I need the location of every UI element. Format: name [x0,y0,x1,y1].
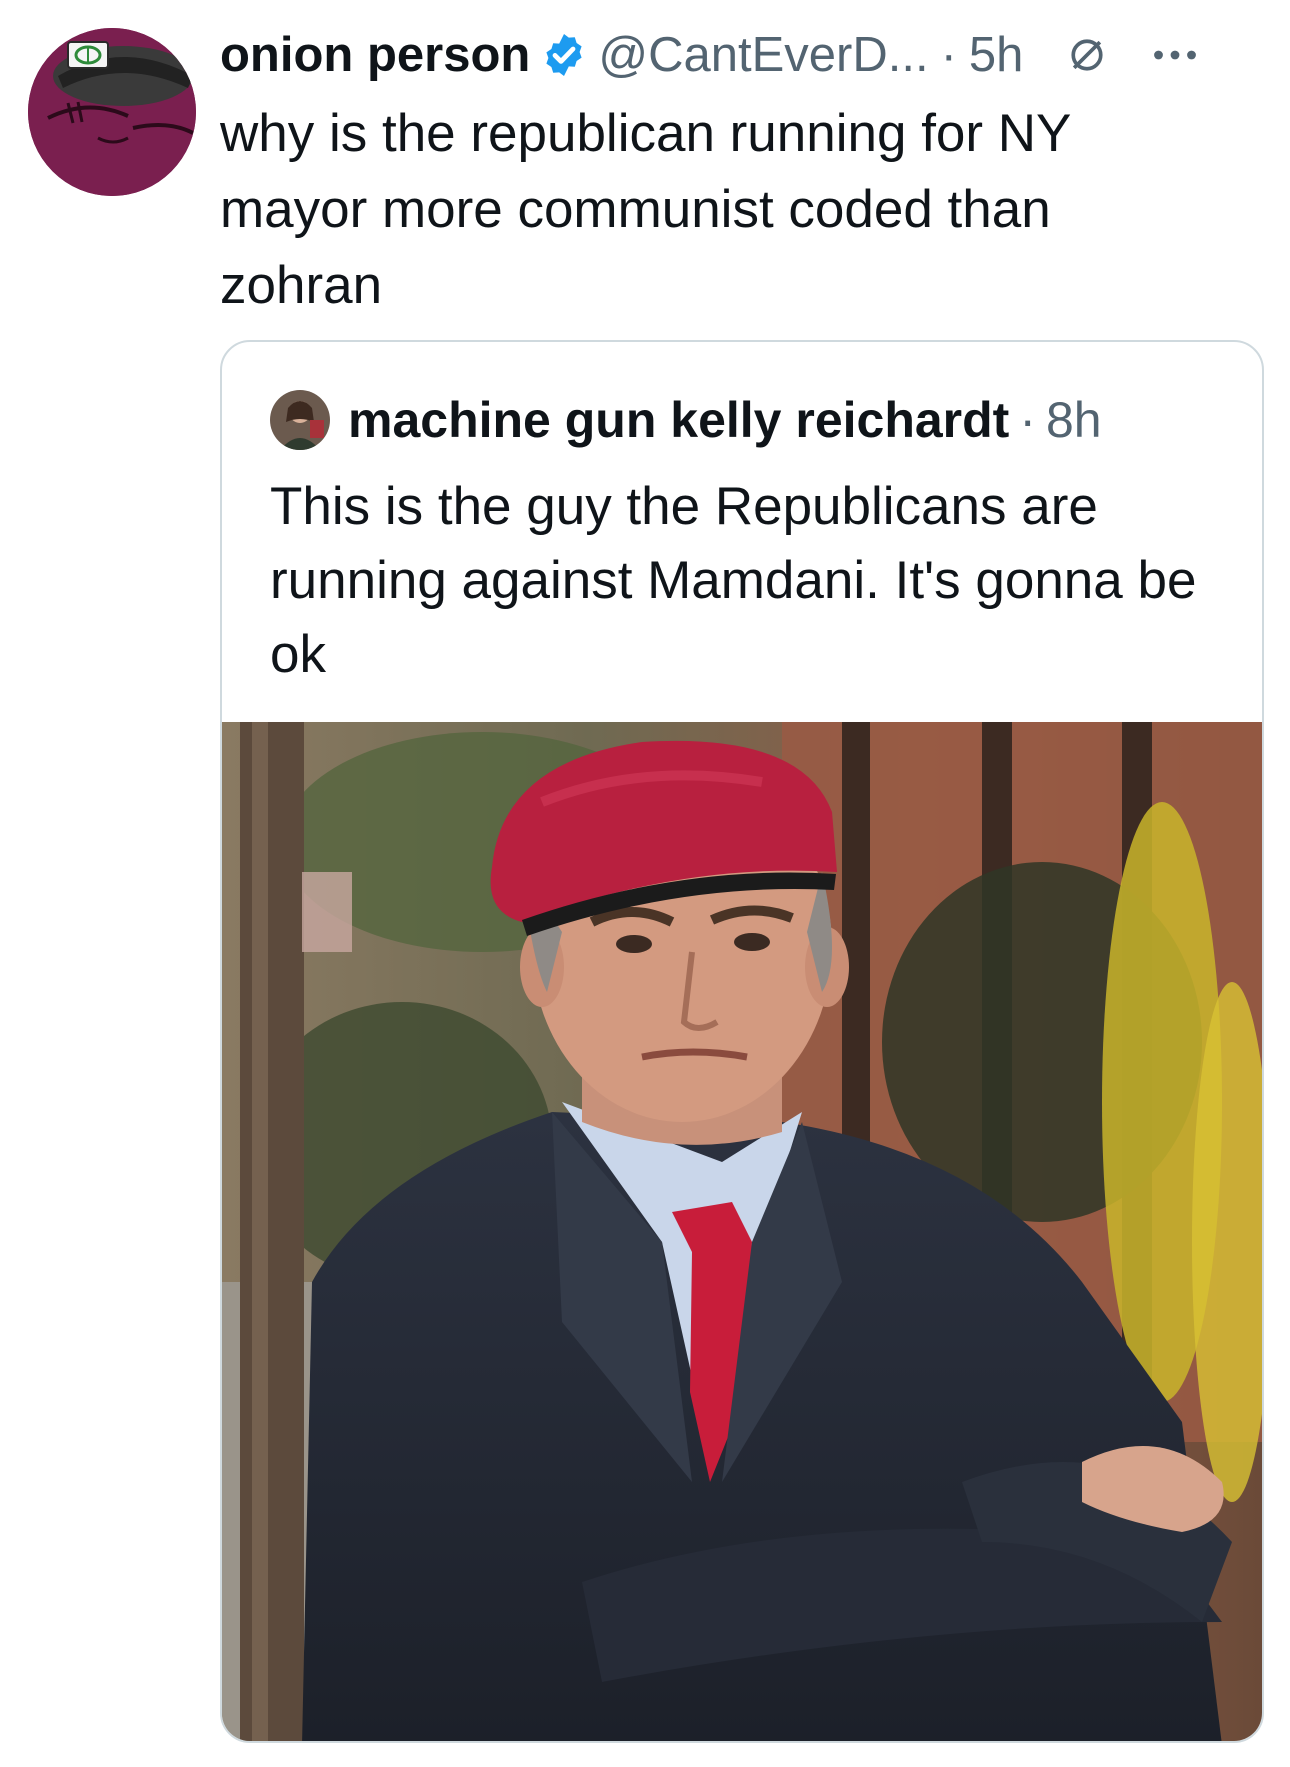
author-avatar[interactable] [28,28,196,196]
person-avatar-icon [270,390,330,450]
quoted-tweet-card[interactable]: machine gun kelly reichardt · 8h This is… [220,340,1264,1743]
tweet-timestamp[interactable]: 5h [969,30,1024,80]
separator-dot: · [940,27,957,82]
man-in-red-beret-photo [222,722,1262,1741]
quoted-separator-dot: · [1019,392,1036,448]
onion-avatar-icon [28,28,196,196]
more-horizontal-icon[interactable] [1147,33,1203,77]
verified-badge-icon [546,34,582,76]
quoted-author-display-name[interactable]: machine gun kelly reichardt [348,391,1009,449]
author-display-name[interactable]: onion person [220,30,530,80]
quoted-tweet-photo[interactable] [222,722,1262,1741]
tweet-header: onion person @CantEverD... · 5h [220,22,1266,88]
quoted-tweet-timestamp[interactable]: 8h [1046,391,1102,449]
quoted-tweet-header: machine gun kelly reichardt · 8h [270,390,1102,450]
author-handle[interactable]: @CantEverD... [598,30,928,80]
quoted-author-avatar[interactable] [270,390,330,450]
circle-slash-icon[interactable] [1065,33,1109,77]
quoted-tweet-text: This is the guy the Republicans are runn… [270,477,1197,684]
tweet-text: why is the republican running for NY may… [220,104,1071,315]
